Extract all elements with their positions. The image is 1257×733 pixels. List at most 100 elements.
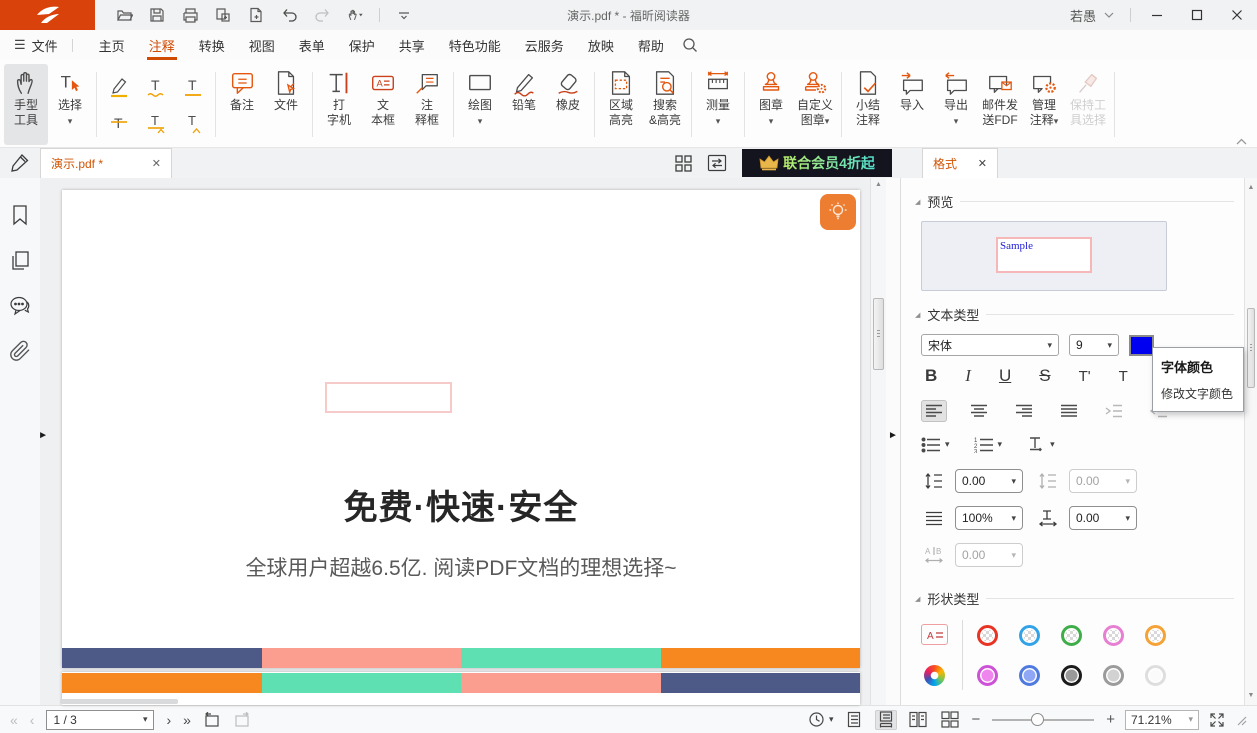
shape-color-violet[interactable] (977, 665, 998, 686)
line-spacing-select[interactable]: 0.00▾ (955, 469, 1023, 493)
single-page-view-button[interactable] (843, 710, 865, 730)
shape-color-black[interactable] (1061, 665, 1082, 686)
tab-present[interactable]: 放映 (576, 30, 626, 60)
close-window-button[interactable] (1217, 0, 1257, 30)
char-spacing-select[interactable]: 0.00▾ (1069, 506, 1137, 530)
font-color-button[interactable] (1129, 335, 1154, 356)
squiggly-underline-tool-button[interactable]: T (142, 73, 170, 101)
user-account-button[interactable]: 若愚 (1060, 6, 1124, 25)
shape-type-section-header[interactable]: ◢ 形状类型 (901, 581, 1244, 616)
replace-text-tool-button[interactable]: T (142, 109, 170, 137)
text-style-button[interactable]: A (921, 624, 948, 645)
copy-page-button[interactable] (214, 6, 232, 24)
format-panel-tab[interactable]: 格式 ✕ (922, 148, 998, 178)
search-button[interactable] (682, 37, 698, 53)
save-button[interactable] (148, 6, 166, 24)
minimize-button[interactable] (1137, 0, 1177, 30)
pdf-page-1[interactable]: 免费·快速·安全 全球用户超越6.5亿. 阅读PDF文档的理想选择~ (62, 190, 860, 668)
next-page-button[interactable]: › (166, 712, 171, 728)
stamp-button[interactable]: 图章 ▾ (749, 64, 793, 145)
attachments-panel-button[interactable] (9, 340, 31, 362)
strikeout-tool-button[interactable]: T (105, 109, 133, 137)
area-highlight-button[interactable]: 区域 高亮 (599, 64, 643, 145)
maximize-button[interactable] (1177, 0, 1217, 30)
italic-button[interactable]: I (965, 366, 971, 386)
tab-comment[interactable]: 注释 (137, 30, 187, 60)
select-tool-button[interactable]: T 选择 ▾ (48, 64, 92, 145)
email-fdf-button[interactable]: 邮件发 送FDF (978, 64, 1022, 145)
eraser-button[interactable]: 橡皮 (546, 64, 590, 145)
tip-lightbulb-button[interactable] (820, 194, 856, 230)
customize-qat-button[interactable] (395, 6, 413, 24)
numbered-list-button[interactable]: 123 ▾ (974, 437, 1003, 453)
expand-right-panel-arrow[interactable]: ► (888, 430, 898, 441)
document-vertical-scrollbar[interactable]: ▲ (870, 178, 886, 705)
scroll-down-arrow[interactable]: ▼ (1245, 692, 1257, 699)
scroll-up-arrow[interactable]: ▲ (1245, 184, 1257, 191)
open-file-button[interactable] (115, 6, 133, 24)
panel-scrollbar[interactable]: ▲ ▼ (1244, 178, 1257, 705)
insert-text-tool-button[interactable]: T (179, 109, 207, 137)
scrollbar-thumb[interactable] (873, 298, 884, 370)
horizontal-scale-select[interactable]: 100%▾ (955, 506, 1023, 530)
shape-color-gray[interactable] (1103, 665, 1124, 686)
summarize-comments-button[interactable]: 小结 注释 (846, 64, 890, 145)
foxit-logo[interactable] (0, 0, 95, 30)
tab-form[interactable]: 表单 (287, 30, 337, 60)
underline-button[interactable]: U (999, 366, 1011, 386)
hand-mode-button[interactable] (346, 6, 364, 24)
align-left-button[interactable] (921, 400, 947, 422)
bullet-list-button[interactable]: ▾ (921, 437, 950, 453)
file-menu-button[interactable]: ☰ 文件 (14, 36, 58, 55)
tab-home[interactable]: 主页 (87, 30, 137, 60)
scroll-up-arrow[interactable]: ▲ (871, 181, 886, 188)
align-center-button[interactable] (966, 400, 992, 422)
scrollbar-thumb[interactable] (1247, 308, 1255, 388)
measure-button[interactable]: 测量 ▾ (696, 64, 740, 145)
last-page-button[interactable]: » (183, 712, 191, 728)
tab-cloud[interactable]: 云服务 (513, 30, 576, 60)
collapse-ribbon-button[interactable] (1236, 138, 1247, 145)
auto-scroll-button[interactable]: ▾ (808, 711, 834, 728)
font-size-select[interactable]: 9 ▾ (1069, 334, 1119, 356)
undo-button[interactable] (280, 6, 298, 24)
tab-help[interactable]: 帮助 (626, 30, 676, 60)
callout-button[interactable]: 注 释框 (405, 64, 449, 145)
facing-continuous-view-button[interactable] (939, 710, 961, 730)
drawing-button[interactable]: 绘图 ▾ (458, 64, 502, 145)
search-highlight-button[interactable]: 搜索 &高亮 (643, 64, 687, 145)
underline-tool-button[interactable]: T (179, 73, 207, 101)
shape-color-white[interactable] (1145, 665, 1166, 686)
switch-tabs-button[interactable] (707, 154, 727, 172)
preview-section-header[interactable]: ◢ 预览 (901, 184, 1244, 219)
note-button[interactable]: 备注 (220, 64, 264, 145)
pdf-page-2[interactable] (62, 672, 860, 705)
zoom-slider[interactable] (992, 713, 1094, 727)
horizontal-scrollbar-thumb[interactable] (60, 699, 178, 704)
tab-convert[interactable]: 转换 (187, 30, 237, 60)
hand-tool-button[interactable]: 手型 工具 (4, 64, 48, 145)
close-format-panel-icon[interactable]: ✕ (978, 157, 987, 170)
shape-color-periwinkle[interactable] (1019, 665, 1040, 686)
tab-share[interactable]: 共享 (387, 30, 437, 60)
fullscreen-button[interactable] (1209, 712, 1225, 728)
new-page-button[interactable] (247, 6, 265, 24)
tab-protect[interactable]: 保护 (337, 30, 387, 60)
text-type-section-header[interactable]: ◢ 文本类型 (901, 297, 1244, 332)
page-number-select[interactable]: 1 / 3 ▾ (46, 710, 154, 730)
print-button[interactable] (181, 6, 199, 24)
shape-color-green[interactable] (1061, 625, 1082, 646)
membership-promo-banner[interactable]: 联合会员4折起 (742, 149, 892, 177)
color-wheel-button[interactable] (924, 665, 945, 686)
continuous-view-button[interactable] (875, 710, 897, 730)
highlight-tool-button[interactable] (105, 73, 133, 101)
document-view[interactable]: 免费·快速·安全 全球用户超越6.5亿. 阅读PDF文档的理想选择~ (40, 178, 870, 705)
zoom-level-select[interactable]: 71.21% ▾ (1125, 710, 1199, 730)
shape-color-red[interactable] (977, 625, 998, 646)
shape-color-pink[interactable] (1103, 625, 1124, 646)
custom-stamp-button[interactable]: 自定义 图章▾ (793, 64, 837, 145)
superscript-button[interactable]: T' (1079, 368, 1091, 385)
zoom-slider-thumb[interactable] (1031, 713, 1044, 726)
typewriter-button[interactable]: 打 字机 (317, 64, 361, 145)
bold-button[interactable]: B (925, 366, 937, 386)
